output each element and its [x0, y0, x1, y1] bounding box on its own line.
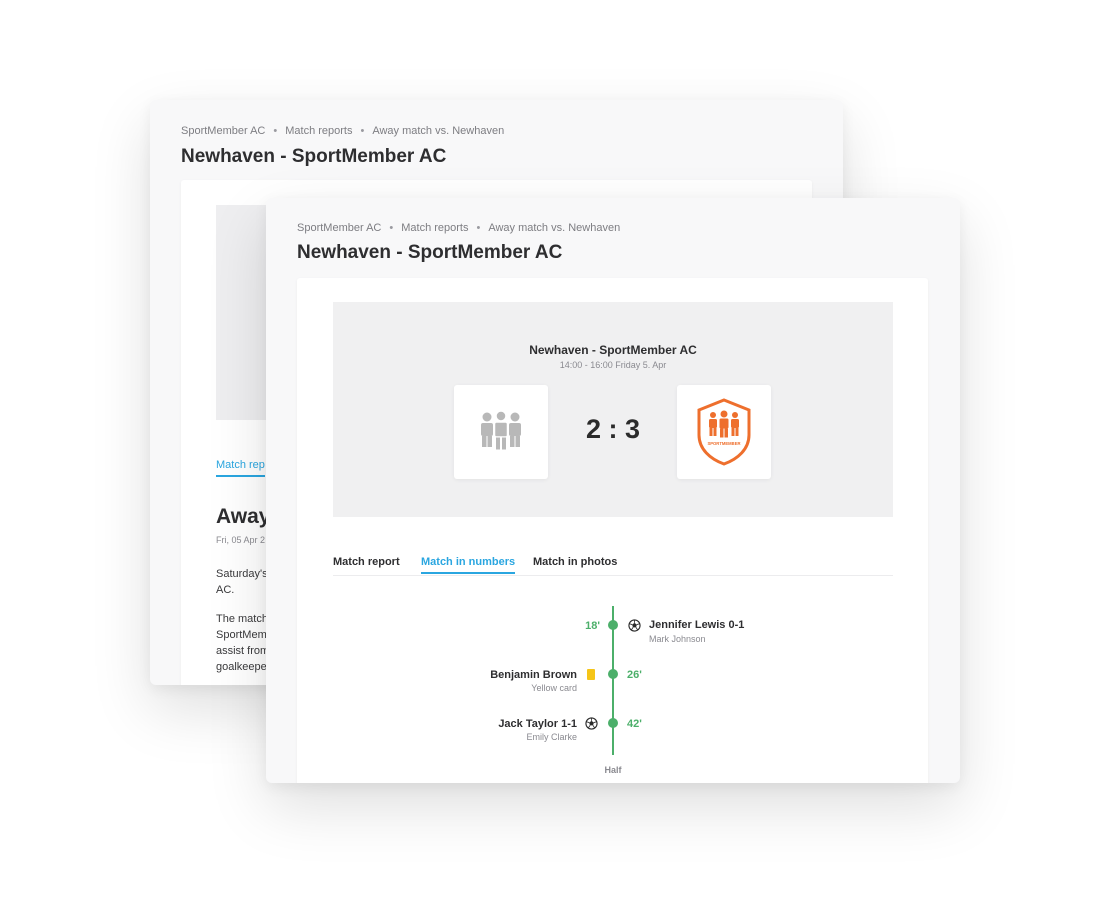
event-player: Benjamin Brown — [490, 669, 577, 681]
breadcrumb-match-reports[interactable]: Match reports — [285, 125, 352, 137]
event-player: Jack Taylor 1-1 — [498, 718, 577, 730]
timeline-dot — [608, 718, 618, 728]
event-detail: Mark Johnson — [649, 634, 706, 644]
soccer-ball-icon — [627, 618, 641, 632]
half-marker: Half — [604, 765, 622, 775]
event-minute: 26' — [627, 669, 642, 681]
scoreboard: Newhaven - SportMember AC 14:00 - 16:00 … — [333, 302, 893, 517]
page-title: Newhaven - SportMember AC — [181, 146, 447, 167]
timeline-dot — [608, 669, 618, 679]
breadcrumb-current: Away match vs. Newhaven — [372, 125, 505, 137]
breadcrumb-club[interactable]: SportMember AC — [297, 222, 381, 234]
timeline-dot — [608, 620, 618, 630]
soccer-ball-icon — [584, 716, 598, 730]
away-team-logo: SPORTMEMBER — [677, 385, 771, 479]
event-detail: Yellow card — [531, 683, 577, 693]
event-minute: 18' — [585, 620, 600, 632]
event-detail: Emily Clarke — [526, 732, 577, 742]
breadcrumb-club[interactable]: SportMember AC — [181, 125, 265, 137]
event-minute: 42' — [627, 718, 642, 730]
report-tabs: Match report Match in numbers Match in p… — [333, 556, 893, 576]
breadcrumb: SportMember AC • Match reports • Away match … — [297, 222, 621, 234]
breadcrumb-match-reports[interactable]: Match reports — [401, 222, 468, 234]
match-score: 2 : 3 — [585, 414, 641, 444]
sportmember-shield-logo: SPORTMEMBER — [697, 398, 751, 466]
page-title: Newhaven - SportMember AC — [297, 242, 563, 263]
breadcrumb: SportMember AC • Match reports • Away match … — [181, 125, 505, 137]
content-panel: Newhaven - SportMember AC 14:00 - 16:00 … — [297, 278, 928, 783]
tab-match-in-photos[interactable]: Match in photos — [533, 556, 617, 572]
event-player: Jennifer Lewis 0-1 — [649, 619, 745, 631]
tab-match-in-numbers[interactable]: Match in numbers — [421, 556, 516, 574]
tab-match-report[interactable]: Match report — [333, 556, 400, 572]
report-heading: Away — [216, 505, 271, 528]
match-time: 14:00 - 16:00 Friday 5. Apr — [559, 360, 667, 370]
front-window: SportMember AC • Match reports • Away match … — [266, 198, 960, 783]
report-date: Fri, 05 Apr 2 — [216, 535, 266, 545]
tab-match-report[interactable]: Match rep — [216, 459, 265, 477]
breadcrumb-current: Away match vs. Newhaven — [488, 222, 621, 234]
match-title: Newhaven - SportMember AC — [529, 343, 697, 357]
logo-text: SPORTMEMBER — [707, 441, 740, 446]
yellow-card-icon — [586, 668, 596, 680]
